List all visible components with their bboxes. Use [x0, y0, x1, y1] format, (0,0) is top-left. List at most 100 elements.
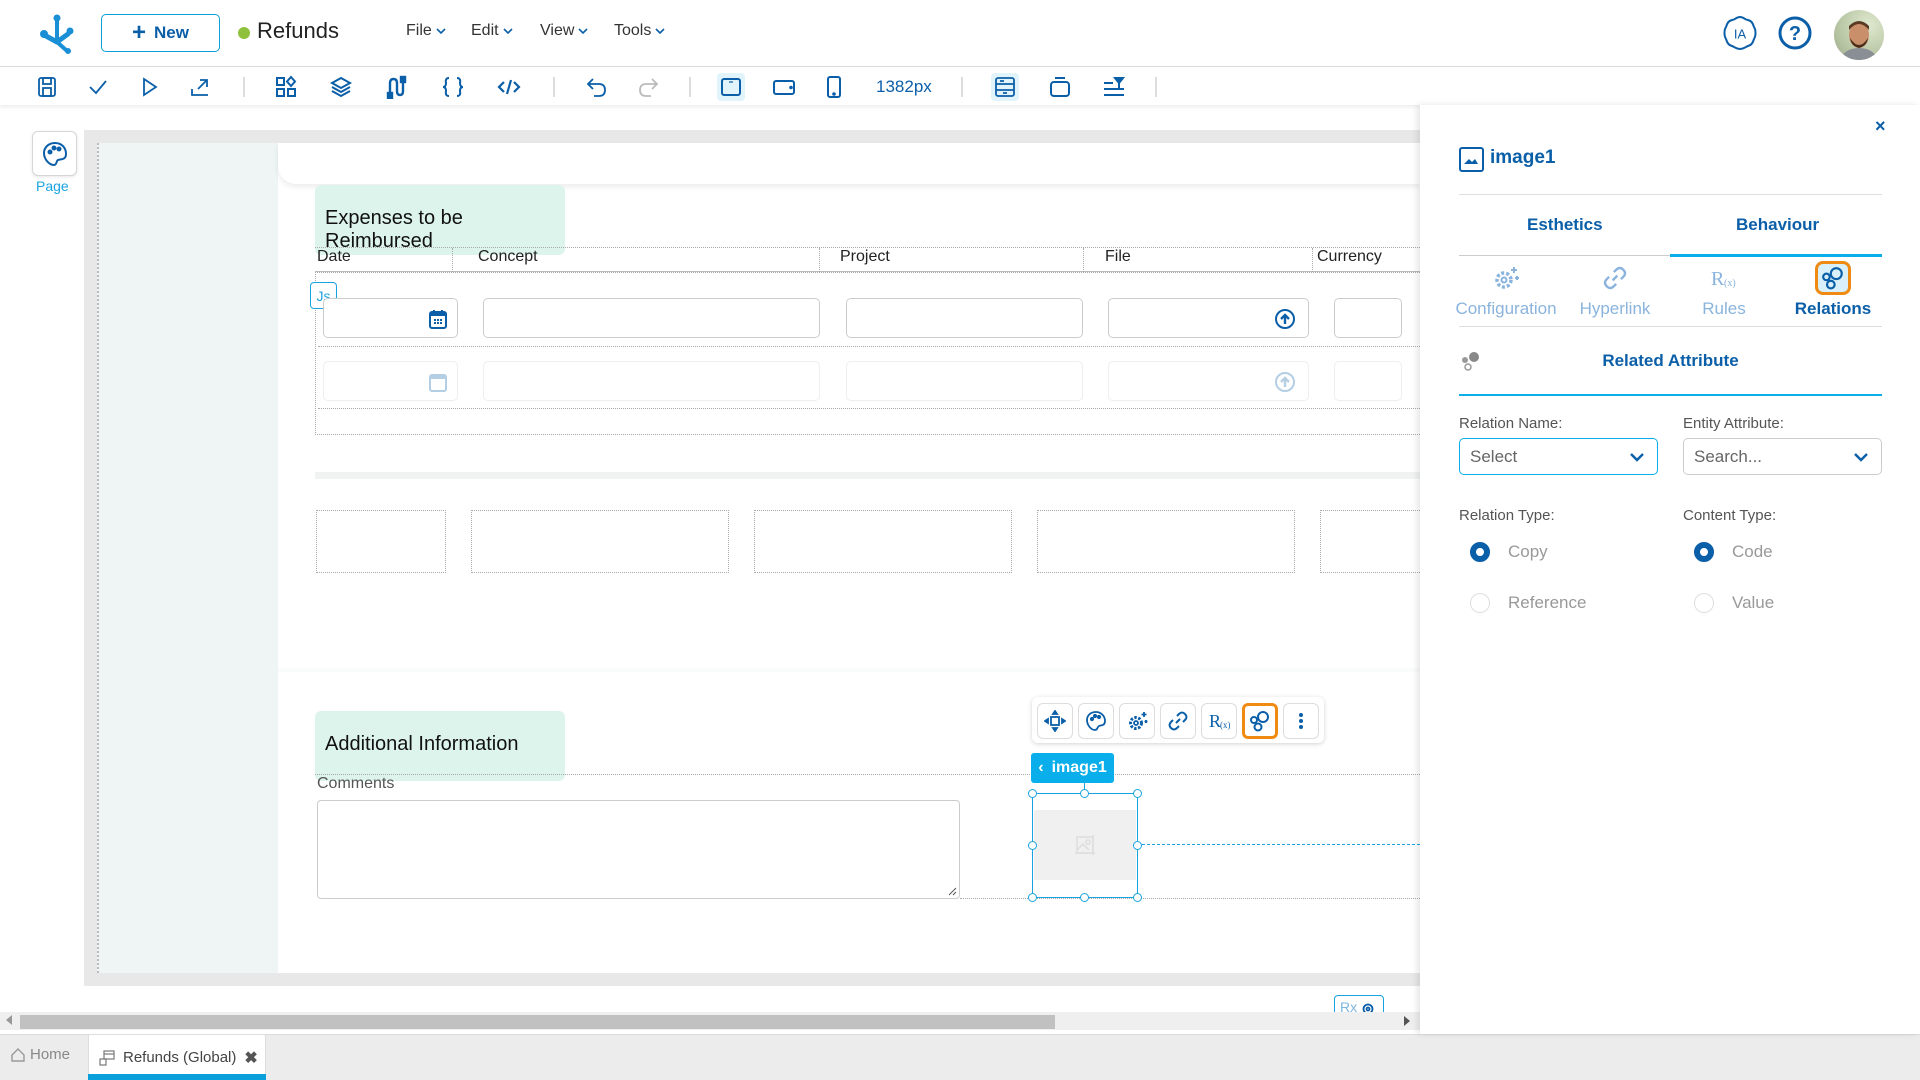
resize-handle[interactable] [1080, 893, 1089, 902]
template-button[interactable] [991, 73, 1019, 101]
resize-handle-icon[interactable] [947, 886, 957, 896]
more-vertical-icon [1299, 713, 1303, 729]
page-properties-button[interactable] [32, 131, 77, 176]
filter-align-button[interactable] [1100, 73, 1128, 101]
undo-button[interactable] [583, 73, 611, 101]
empty-placeholder-cell[interactable] [316, 510, 446, 573]
relation-type-reference-radio[interactable]: Reference [1470, 593, 1586, 613]
resize-handle[interactable] [1028, 789, 1037, 798]
resize-handle[interactable] [1028, 893, 1037, 902]
empty-placeholder-cell[interactable] [1037, 510, 1295, 573]
empty-placeholder-cell[interactable] [1320, 510, 1420, 573]
export-button[interactable] [186, 73, 214, 101]
radio-unselected[interactable] [1694, 593, 1714, 613]
variables-button[interactable] [439, 73, 467, 101]
relation-type-copy-radio[interactable]: Copy [1470, 542, 1548, 562]
entity-attribute-search[interactable]: Search... [1683, 438, 1882, 475]
resize-handle[interactable] [1133, 841, 1142, 850]
section-title-expenses[interactable]: Expenses to be Reimbursed [315, 185, 565, 255]
ai-assistant-icon[interactable]: IA [1721, 14, 1759, 52]
configuration-button[interactable] [1119, 703, 1155, 739]
radio-unselected[interactable] [1470, 593, 1490, 613]
section-title-additional-info[interactable]: Additional Information [315, 711, 565, 781]
concept-input[interactable] [483, 298, 820, 338]
file-input[interactable] [1108, 298, 1309, 338]
resize-handle[interactable] [1028, 841, 1037, 850]
menu-file[interactable]: File [406, 22, 446, 40]
resize-handle[interactable] [1133, 789, 1142, 798]
rules-button[interactable]: R (x) [1201, 703, 1237, 739]
content-type-code-radio[interactable]: Code [1694, 542, 1773, 562]
file-input[interactable] [1108, 361, 1309, 401]
project-input[interactable] [846, 298, 1083, 338]
calendar-icon[interactable] [429, 372, 447, 392]
source-code-button[interactable] [495, 73, 523, 101]
move-button[interactable] [1037, 703, 1073, 739]
save-button[interactable] [33, 73, 61, 101]
resize-handle[interactable] [1080, 789, 1089, 798]
tab-home[interactable]: Home [10, 1046, 70, 1063]
run-button[interactable] [135, 73, 163, 101]
app-logo-icon[interactable] [36, 12, 78, 54]
currency-input[interactable] [1334, 298, 1402, 338]
concept-input[interactable] [483, 361, 820, 401]
code-icon [497, 79, 521, 95]
menu-tools[interactable]: Tools [614, 22, 665, 40]
subtab-configuration[interactable]: Configuration [1453, 263, 1559, 319]
help-icon[interactable]: ? [1776, 14, 1814, 52]
validate-button[interactable] [84, 73, 112, 101]
esthetics-button[interactable] [1078, 703, 1114, 739]
column-header-currency: Currency [1317, 248, 1382, 265]
currency-input[interactable] [1334, 361, 1402, 401]
empty-placeholder-cell[interactable] [754, 510, 1012, 573]
toolbar-divider [243, 77, 245, 97]
radio-selected[interactable] [1694, 542, 1714, 562]
container-button[interactable] [1046, 73, 1074, 101]
resize-handle[interactable] [1133, 893, 1142, 902]
connector-button[interactable] [382, 73, 410, 101]
layers-button[interactable] [327, 73, 355, 101]
scroll-right-arrow[interactable] [1404, 1016, 1410, 1026]
subtab-relations[interactable]: Relations [1780, 261, 1886, 319]
tab-esthetics[interactable]: Esthetics [1527, 215, 1603, 235]
redo-button[interactable] [634, 73, 662, 101]
menu-view[interactable]: View [540, 22, 588, 40]
link-icon [1603, 266, 1627, 290]
content-type-value-radio[interactable]: Value [1694, 593, 1774, 613]
hyperlink-button[interactable] [1160, 703, 1196, 739]
subtab-rules[interactable]: R (x) Rules [1671, 263, 1777, 319]
menu-edit[interactable]: Edit [471, 22, 513, 40]
project-input[interactable] [846, 361, 1083, 401]
subtab-hyperlink[interactable]: Hyperlink [1562, 263, 1668, 319]
save-icon [38, 77, 56, 97]
desktop-view-button[interactable] [717, 73, 745, 101]
svg-text:IA: IA [1734, 27, 1747, 42]
calendar-icon[interactable] [429, 309, 447, 329]
upload-icon[interactable] [1274, 308, 1296, 330]
close-tab-icon[interactable]: ✖ [244, 1048, 257, 1068]
canvas-width-readout: 1382px [876, 77, 932, 96]
user-avatar[interactable] [1834, 10, 1884, 60]
tab-behaviour[interactable]: Behaviour [1736, 215, 1819, 235]
tablet-view-button[interactable] [770, 73, 798, 101]
more-options-button[interactable] [1283, 703, 1319, 739]
mobile-view-button[interactable] [820, 73, 848, 101]
section-separator [315, 472, 1420, 479]
relation-name-select[interactable]: Select [1459, 438, 1658, 475]
radio-selected[interactable] [1470, 542, 1490, 562]
new-button[interactable]: + New [101, 14, 220, 52]
comments-textarea[interactable] [317, 800, 960, 899]
scrollbar-thumb[interactable] [20, 1015, 1055, 1029]
close-panel-icon[interactable]: × [1875, 116, 1886, 137]
selected-element-tag[interactable]: ‹ image1 [1031, 753, 1114, 783]
scroll-left-arrow[interactable] [6, 1015, 12, 1025]
empty-placeholder-cell[interactable] [471, 510, 729, 573]
upload-icon[interactable] [1274, 371, 1296, 393]
svg-text:(x): (x) [1220, 720, 1230, 730]
relations-button[interactable] [1242, 703, 1278, 739]
chevron-left-icon[interactable]: ‹ [1038, 759, 1043, 777]
date-input[interactable] [323, 298, 458, 338]
components-button[interactable] [272, 73, 300, 101]
date-input[interactable] [323, 361, 458, 401]
page-header-region[interactable] [278, 143, 1420, 184]
